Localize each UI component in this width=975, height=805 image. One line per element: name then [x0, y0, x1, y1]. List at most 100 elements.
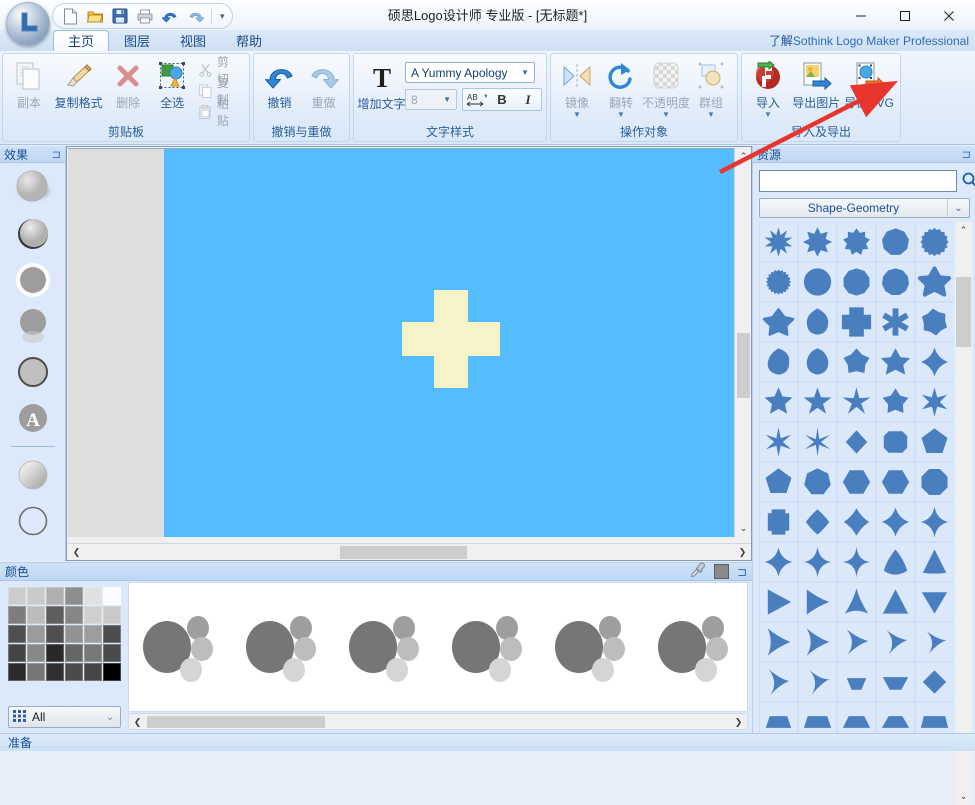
shape-cell-triangle-arrow[interactable]	[798, 582, 837, 622]
shape-cell-octagon[interactable]	[915, 462, 953, 502]
effect-drop-shadow[interactable]	[11, 169, 55, 207]
shape-cell-hexagon[interactable]	[837, 462, 876, 502]
shape-cell-star8-round[interactable]	[798, 222, 837, 262]
pin-icon[interactable]: ⊐	[962, 148, 971, 161]
shape-cell-star5-rounded[interactable]	[759, 302, 798, 342]
shape-cell-plus-thin[interactable]	[837, 542, 876, 582]
shape-cell-dart-hook[interactable]	[759, 662, 798, 702]
shape-cell-decagon[interactable]	[837, 262, 876, 302]
color-swatch[interactable]	[8, 644, 26, 662]
effect-text-style[interactable]: A	[11, 399, 55, 437]
current-color-swatch[interactable]	[714, 564, 729, 579]
shape-cell-star6-slim[interactable]	[915, 382, 953, 422]
shape-cell-flag-point[interactable]	[798, 622, 837, 662]
effect-inner-shadow[interactable]	[11, 215, 55, 253]
shape-cell-star4-curve[interactable]	[915, 342, 953, 382]
redo-icon[interactable]	[184, 6, 206, 27]
shape-cell-star5-round-fat[interactable]	[915, 262, 953, 302]
color-swatch[interactable]	[8, 663, 26, 681]
scroll-left-icon[interactable]: ❮	[129, 714, 146, 731]
scroll-down-icon[interactable]: ⌄	[735, 520, 752, 537]
shape-cell-tripod[interactable]	[837, 582, 876, 622]
shape-cell-star9[interactable]	[837, 222, 876, 262]
logo-preset-2[interactable]	[236, 607, 331, 687]
delete-button[interactable]: 删除	[106, 57, 150, 112]
search-icon[interactable]	[961, 171, 975, 189]
tab-help[interactable]: 帮助	[221, 30, 277, 52]
close-button[interactable]	[927, 2, 971, 30]
shape-cell-circle[interactable]	[798, 262, 837, 302]
search-input[interactable]	[760, 171, 956, 191]
canvas-vertical-scrollbar[interactable]: ⌃ ⌄	[734, 148, 751, 537]
scroll-left-icon[interactable]: ❮	[68, 544, 85, 561]
color-swatch[interactable]	[103, 625, 121, 643]
logo-preset-1[interactable]	[133, 607, 228, 687]
group-button[interactable]: 群组 ▼	[689, 57, 733, 119]
open-folder-icon[interactable]	[84, 6, 106, 27]
pin-icon[interactable]: ⊐	[52, 148, 61, 161]
color-swatch[interactable]	[103, 587, 121, 605]
new-document-icon[interactable]	[59, 6, 81, 27]
color-swatch[interactable]	[27, 587, 45, 605]
effect-gradient-fill[interactable]	[11, 456, 55, 494]
color-swatch[interactable]	[103, 644, 121, 662]
tab-view[interactable]: 视图	[165, 30, 221, 52]
effect-glow[interactable]	[11, 261, 55, 299]
paste-button[interactable]: 粘贴	[194, 101, 245, 122]
shape-cell-star5-sharp[interactable]	[798, 382, 837, 422]
format-painter-button[interactable]: 复制格式	[51, 57, 106, 112]
shape-cell-hexagon-wide[interactable]	[876, 462, 915, 502]
vertical-scroll-thumb[interactable]	[737, 333, 750, 398]
color-swatch[interactable]	[84, 587, 102, 605]
tab-home[interactable]: 主页	[53, 30, 109, 52]
shape-cell-polygon-bumpy[interactable]	[915, 222, 953, 262]
tab-layers[interactable]: 图层	[109, 30, 165, 52]
application-menu-orb[interactable]	[6, 2, 50, 46]
shape-cell-star4-point[interactable]	[876, 502, 915, 542]
color-swatch[interactable]	[27, 644, 45, 662]
logo-preset-5[interactable]	[545, 607, 640, 687]
logo-preset-6[interactable]	[648, 607, 743, 687]
shape-cell-star5-bold[interactable]	[759, 382, 798, 422]
promo-link[interactable]: 了解Sothink Logo Maker Professional	[769, 32, 969, 49]
scroll-right-icon[interactable]: ❯	[734, 544, 751, 561]
color-swatch[interactable]	[46, 625, 64, 643]
canvas-horizontal-scrollbar[interactable]: ❮ ❯	[68, 543, 751, 560]
export-svg-button[interactable]: 导出SVG	[842, 57, 896, 112]
scroll-up-icon[interactable]: ⌃	[735, 148, 752, 165]
minimize-button[interactable]	[839, 2, 883, 30]
opacity-button[interactable]: 不透明度 ▼	[643, 57, 689, 119]
color-swatch[interactable]	[8, 587, 26, 605]
shape-cell-diamond-curve[interactable]	[798, 502, 837, 542]
shape-cell-diamond-round[interactable]	[837, 422, 876, 462]
color-swatch[interactable]	[84, 625, 102, 643]
print-icon[interactable]	[134, 6, 156, 27]
duplicate-button[interactable]: 副本	[7, 57, 51, 112]
effect-stroke[interactable]	[11, 353, 55, 391]
shape-cell-triangle-tall[interactable]	[915, 542, 953, 582]
shape-cell-pentagon-wide[interactable]	[915, 422, 953, 462]
scroll-down-icon[interactable]: ⌄	[955, 788, 972, 805]
mirror-button[interactable]: 镜像 ▼	[555, 57, 599, 119]
color-swatch[interactable]	[46, 644, 64, 662]
color-swatch[interactable]	[103, 663, 121, 681]
shape-cell-triangle-right[interactable]	[759, 582, 798, 622]
shape-cell-asterisk-6[interactable]	[876, 302, 915, 342]
shape-cell-star6-needle[interactable]	[798, 422, 837, 462]
shape-cell-hendecagon[interactable]	[876, 262, 915, 302]
shape-cell-pentagon-soft[interactable]	[798, 302, 837, 342]
resources-vertical-scrollbar[interactable]: ⌃ ⌄	[955, 222, 972, 805]
artboard[interactable]	[164, 149, 734, 537]
shape-cell-kite-wide[interactable]	[876, 662, 915, 702]
scroll-right-icon[interactable]: ❯	[730, 714, 747, 731]
shape-cell-pentagon-curve[interactable]	[759, 342, 798, 382]
font-family-combo[interactable]: A Yummy Apology ▼	[405, 62, 535, 83]
effect-outline-only[interactable]	[11, 502, 55, 540]
rotate-button[interactable]: 翻转 ▼	[599, 57, 643, 119]
shape-cell-pentagon[interactable]	[759, 462, 798, 502]
shape-cell-pentagon-wave[interactable]	[798, 342, 837, 382]
color-swatch[interactable]	[103, 606, 121, 624]
shape-cell-diamond[interactable]	[915, 662, 953, 702]
shape-cell-star4-sharp[interactable]	[915, 502, 953, 542]
shape-cell-star5-thin[interactable]	[837, 382, 876, 422]
